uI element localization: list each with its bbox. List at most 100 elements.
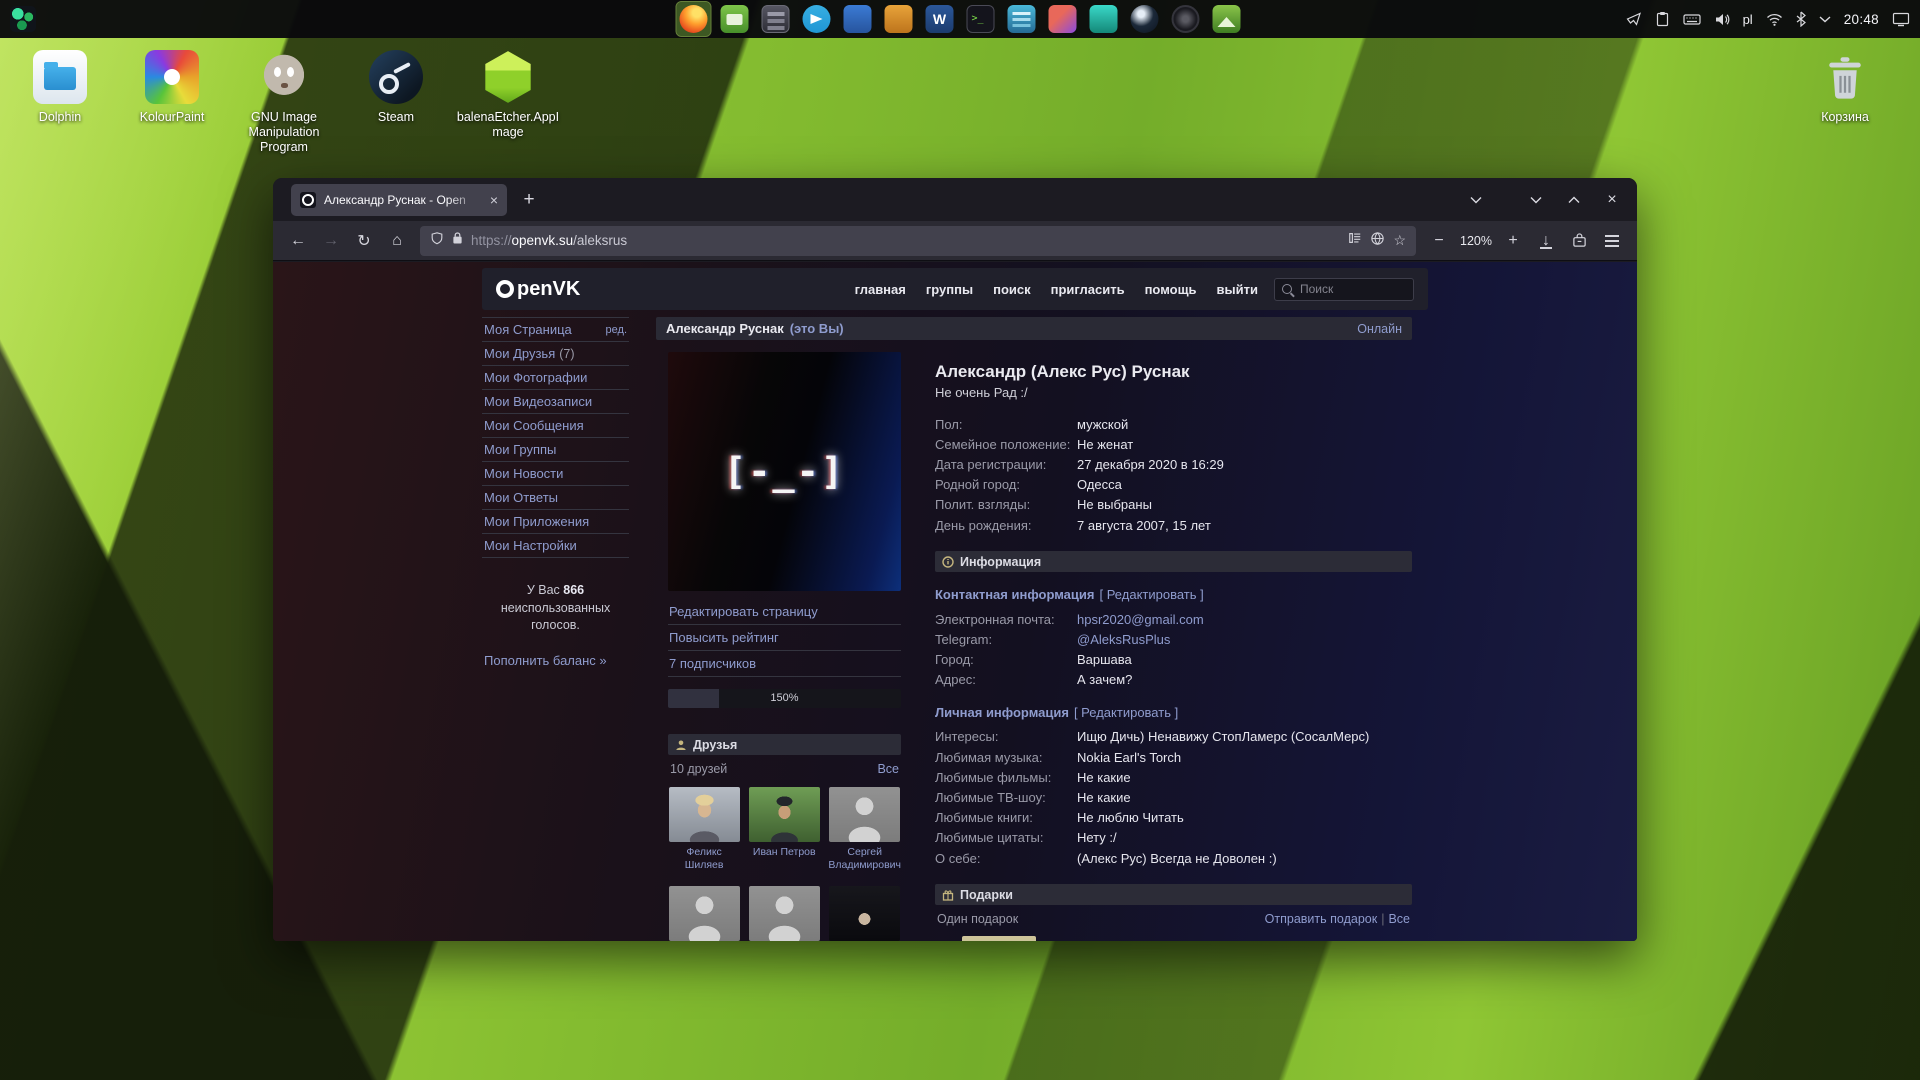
sidebar-item[interactable]: Мои Группы: [482, 438, 629, 462]
new-tab-button[interactable]: +: [515, 186, 543, 214]
launcher[interactable]: [841, 2, 875, 36]
close-icon[interactable]: ×: [1603, 191, 1621, 209]
tab-list-icon[interactable]: [1463, 187, 1489, 213]
tracking-shield-icon[interactable]: [430, 231, 444, 251]
home-icon[interactable]: ⌂: [382, 226, 412, 256]
launcher[interactable]: [759, 2, 793, 36]
minimize-icon[interactable]: [1527, 191, 1545, 209]
titlebar[interactable]: Александр Руснак - Open × + ×: [273, 178, 1637, 221]
desktop-icon[interactable]: balenaEtcher.AppImage: [452, 50, 564, 155]
friend-card[interactable]: [828, 886, 901, 941]
search-input[interactable]: [1298, 281, 1406, 297]
reader-mode-icon[interactable]: [1348, 231, 1362, 250]
sidebar-item[interactable]: Мои Фотографии: [482, 366, 629, 390]
browser-tab[interactable]: Александр Руснак - Open ×: [291, 184, 507, 216]
nav-link[interactable]: главная: [855, 282, 906, 297]
profile-avatar[interactable]: [-_-]: [668, 352, 901, 591]
bookmark-star-icon[interactable]: ☆: [1393, 232, 1406, 249]
trash-icon[interactable]: Корзина: [1789, 50, 1901, 125]
network-icon[interactable]: [1766, 13, 1783, 26]
desktop-icon[interactable]: KolourPaint: [116, 50, 228, 155]
download-icon[interactable]: ↓: [1531, 226, 1561, 256]
its-you-link[interactable]: (это Вы): [790, 321, 844, 336]
launcher[interactable]: [1005, 2, 1039, 36]
contact-edit-link[interactable]: [ Редактировать ]: [1099, 587, 1203, 602]
friend-name[interactable]: Иван Петров: [753, 846, 816, 859]
tab-close-icon[interactable]: ×: [490, 193, 498, 207]
friend-name[interactable]: Феликс Шиляев: [668, 846, 740, 872]
profile-action-link[interactable]: 7 подписчиков: [668, 651, 901, 677]
sidebar-item[interactable]: Мои Сообщения: [482, 414, 629, 438]
profile-action-link[interactable]: Редактировать страницу: [668, 599, 901, 625]
desktop-icon[interactable]: Dolphin: [4, 50, 116, 155]
friend-card[interactable]: Феликс Шиляев: [668, 787, 740, 872]
sidebar-item[interactable]: Мои Новости: [482, 462, 629, 486]
friend-avatar[interactable]: [829, 886, 900, 941]
launcher[interactable]: [964, 2, 998, 36]
nav-link[interactable]: помощь: [1145, 282, 1197, 297]
gifts-all-link[interactable]: Все: [1388, 912, 1410, 926]
friend-avatar[interactable]: [669, 886, 740, 941]
nav-link[interactable]: поиск: [993, 282, 1031, 297]
zoom-out-icon[interactable]: −: [1424, 226, 1454, 256]
friend-avatar[interactable]: [749, 787, 820, 842]
sidebar-item-edit-link[interactable]: ред.: [606, 324, 627, 336]
launcher[interactable]: [800, 2, 834, 36]
extensions-icon[interactable]: [1564, 226, 1594, 256]
sidebar-item[interactable]: Мои Друзья (7): [482, 342, 629, 366]
profile-action-link[interactable]: Повысить рейтинг: [668, 625, 901, 651]
launcher[interactable]: [923, 2, 957, 36]
field-value[interactable]: @AleksRusPlus: [1077, 632, 1170, 647]
volume-icon[interactable]: [1714, 12, 1730, 27]
desktop-icon[interactable]: Steam: [340, 50, 452, 155]
send-gift-link[interactable]: Отправить подарок: [1265, 912, 1378, 926]
openvk-logo[interactable]: penVK: [496, 278, 580, 301]
sidebar-item[interactable]: Моя Страница ред.: [482, 318, 629, 342]
zoom-in-icon[interactable]: +: [1498, 226, 1528, 256]
nav-link[interactable]: пригласить: [1051, 282, 1125, 297]
friend-card[interactable]: Сергей Владимирович: [828, 787, 901, 872]
url-bar[interactable]: https://openvk.su/aleksrus ☆: [420, 226, 1416, 256]
launcher[interactable]: [882, 2, 916, 36]
launcher[interactable]: [718, 2, 752, 36]
friend-avatar[interactable]: [749, 886, 820, 941]
launcher[interactable]: [1169, 2, 1203, 36]
launcher[interactable]: [1087, 2, 1121, 36]
zoom-level[interactable]: 120%: [1457, 234, 1495, 248]
tray-expand-icon[interactable]: [1819, 15, 1831, 23]
launcher[interactable]: [1128, 2, 1162, 36]
sidebar-item[interactable]: Мои Видеозаписи: [482, 390, 629, 414]
gift-image[interactable]: [962, 936, 1036, 941]
keyboard-layout[interactable]: pl: [1743, 12, 1753, 27]
show-desktop-icon[interactable]: [1892, 12, 1910, 27]
menu-icon[interactable]: [1597, 226, 1627, 256]
friend-card[interactable]: [748, 886, 820, 941]
search-box[interactable]: [1274, 278, 1414, 301]
nav-link[interactable]: выйти: [1217, 282, 1258, 297]
clock[interactable]: 20:48: [1844, 12, 1879, 27]
app-launcher-icon[interactable]: [10, 6, 36, 32]
bluetooth-icon[interactable]: [1796, 11, 1806, 27]
topup-balance-link[interactable]: Пополнить баланс »: [482, 653, 629, 668]
launcher[interactable]: [1210, 2, 1244, 36]
personal-edit-link[interactable]: [ Редактировать ]: [1074, 705, 1178, 720]
friend-avatar[interactable]: [669, 787, 740, 842]
sidebar-item[interactable]: Мои Ответы: [482, 486, 629, 510]
telegram-tray-icon[interactable]: [1626, 11, 1642, 27]
launcher[interactable]: [1046, 2, 1080, 36]
forward-icon[interactable]: →: [316, 226, 346, 256]
friend-name[interactable]: Сергей Владимирович: [828, 846, 901, 872]
friend-card[interactable]: [668, 886, 740, 941]
keyboard-icon[interactable]: [1683, 12, 1701, 26]
lock-icon[interactable]: [452, 231, 463, 250]
sidebar-item[interactable]: Мои Приложения: [482, 510, 629, 534]
friends-all-link[interactable]: Все: [877, 762, 899, 776]
sidebar-item[interactable]: Мои Настройки: [482, 534, 629, 558]
maximize-icon[interactable]: [1565, 191, 1583, 209]
friend-card[interactable]: Иван Петров: [748, 787, 820, 872]
clipboard-icon[interactable]: [1655, 11, 1670, 27]
friend-avatar[interactable]: [829, 787, 900, 842]
translate-icon[interactable]: [1370, 231, 1385, 251]
desktop-icon[interactable]: GNU Image Manipulation Program: [228, 50, 340, 155]
field-value[interactable]: hpsr2020@gmail.com: [1077, 612, 1204, 627]
